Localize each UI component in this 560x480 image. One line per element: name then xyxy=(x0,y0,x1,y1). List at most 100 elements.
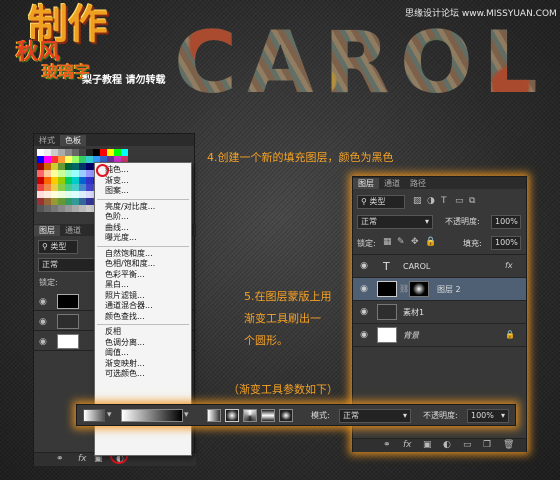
swatch[interactable] xyxy=(65,149,72,156)
menu-item[interactable]: 色相/饱和度... xyxy=(95,259,191,270)
opacity-input[interactable]: 100% xyxy=(491,215,521,229)
swatch[interactable] xyxy=(72,163,79,170)
lock-brush-icon[interactable]: ✎ xyxy=(397,236,405,248)
filter-type-select[interactable]: ⚲ 类型 xyxy=(38,240,78,254)
chevron-down-icon[interactable]: ▾ xyxy=(107,409,112,421)
lock-all-icon[interactable]: 🔒 xyxy=(425,236,436,248)
swatch[interactable] xyxy=(37,177,44,184)
swatch[interactable] xyxy=(86,198,93,205)
swatch[interactable] xyxy=(86,177,93,184)
link-icon[interactable]: ⚭ xyxy=(383,439,391,451)
swatch[interactable] xyxy=(86,170,93,177)
swatch[interactable] xyxy=(37,191,44,198)
swatch[interactable] xyxy=(79,191,86,198)
swatch[interactable] xyxy=(44,156,51,163)
gradient-preview[interactable] xyxy=(121,409,183,422)
trash-icon[interactable]: 🗑 xyxy=(503,439,514,451)
menu-item[interactable]: 曲线... xyxy=(95,223,191,234)
swatch[interactable] xyxy=(51,163,58,170)
menu-item[interactable]: 可选颜色... xyxy=(95,369,191,380)
swatch[interactable] xyxy=(65,198,72,205)
diamond-gradient-button[interactable] xyxy=(279,409,293,422)
swatch[interactable] xyxy=(65,156,72,163)
menu-item[interactable]: 阈值... xyxy=(95,348,191,359)
swatch[interactable] xyxy=(44,191,51,198)
linear-gradient-button[interactable] xyxy=(207,409,221,422)
fill-input[interactable]: 100% xyxy=(491,236,521,250)
swatch[interactable] xyxy=(58,198,65,205)
swatch[interactable] xyxy=(79,156,86,163)
opacity-input[interactable]: 100% ▾ xyxy=(467,409,509,423)
swatch[interactable] xyxy=(65,184,72,191)
eye-icon[interactable]: ◉ xyxy=(39,336,47,348)
swatch[interactable] xyxy=(58,163,65,170)
swatch[interactable] xyxy=(58,177,65,184)
swatch[interactable] xyxy=(72,198,79,205)
tab-channels[interactable]: 通道 xyxy=(379,178,405,189)
layer-row[interactable]: ◉ 素材1 xyxy=(353,301,526,324)
swatch[interactable] xyxy=(58,149,65,156)
swatch[interactable] xyxy=(44,184,51,191)
swatch[interactable] xyxy=(37,170,44,177)
swatch[interactable] xyxy=(37,156,44,163)
eye-icon[interactable]: ◉ xyxy=(358,261,370,271)
tab-channels[interactable]: 通道 xyxy=(60,225,86,236)
tab-layers[interactable]: 图层 xyxy=(353,178,379,189)
swatch[interactable] xyxy=(58,170,65,177)
menu-item[interactable]: 曝光度... xyxy=(95,233,191,244)
menu-item[interactable]: 渐变映射... xyxy=(95,359,191,370)
swatch[interactable] xyxy=(86,184,93,191)
eye-icon[interactable]: ◉ xyxy=(39,316,47,328)
menu-item[interactable]: 照片滤镜... xyxy=(95,291,191,302)
new-layer-icon[interactable]: ❐ xyxy=(483,439,491,451)
mask-icon[interactable]: ▣ xyxy=(423,439,432,451)
swatch[interactable] xyxy=(51,205,58,212)
menu-item[interactable]: 亮度/对比度... xyxy=(95,202,191,213)
swatch[interactable] xyxy=(100,149,107,156)
menu-item[interactable]: 色阶... xyxy=(95,212,191,223)
swatch[interactable] xyxy=(51,156,58,163)
swatch[interactable] xyxy=(51,191,58,198)
layer-name[interactable]: 背景 xyxy=(403,324,419,347)
swatch[interactable] xyxy=(51,177,58,184)
swatch[interactable] xyxy=(37,205,44,212)
layer-row[interactable]: ◉ T CAROL fx xyxy=(353,255,526,278)
filter-shape-icon[interactable]: ▭ xyxy=(455,195,464,207)
swatch[interactable] xyxy=(72,149,79,156)
angle-gradient-button[interactable] xyxy=(243,409,257,422)
tab-layers[interactable]: 图层 xyxy=(34,225,60,236)
fx-button[interactable]: fx xyxy=(78,453,87,465)
swatch[interactable] xyxy=(65,163,72,170)
swatch[interactable] xyxy=(93,149,100,156)
menu-item[interactable]: 渐变... xyxy=(95,176,191,187)
swatch[interactable] xyxy=(79,198,86,205)
swatch[interactable] xyxy=(51,149,58,156)
swatch[interactable] xyxy=(58,184,65,191)
swatch[interactable] xyxy=(58,205,65,212)
swatch[interactable] xyxy=(79,177,86,184)
swatch[interactable] xyxy=(72,177,79,184)
swatch[interactable] xyxy=(58,156,65,163)
mode-select[interactable]: 正常 ▾ xyxy=(339,409,411,423)
radial-gradient-button[interactable] xyxy=(225,409,239,422)
swatch[interactable] xyxy=(86,205,93,212)
adjustment-icon[interactable]: ◐ xyxy=(443,439,451,451)
menu-item[interactable]: 色调分离... xyxy=(95,338,191,349)
filter-image-icon[interactable]: ▨ xyxy=(413,195,422,207)
swatch[interactable] xyxy=(72,184,79,191)
filter-type-select[interactable]: ⚲ 类型 xyxy=(357,195,405,209)
swatch[interactable] xyxy=(79,163,86,170)
swatch[interactable] xyxy=(86,149,93,156)
swatch[interactable] xyxy=(51,184,58,191)
layer-row[interactable]: ◉ ⛓ 图层 2 xyxy=(353,278,526,301)
menu-item[interactable]: 图案... xyxy=(95,186,191,197)
menu-item[interactable]: 色彩平衡... xyxy=(95,270,191,281)
swatch[interactable] xyxy=(58,191,65,198)
link-icon[interactable]: ⚭ xyxy=(56,453,64,465)
lock-move-icon[interactable]: ✥ xyxy=(411,236,419,248)
layer-mask-thumbnail[interactable] xyxy=(409,281,429,297)
menu-item[interactable]: 纯色... xyxy=(95,165,191,176)
blend-mode-select[interactable]: 正常 xyxy=(38,258,96,272)
eye-icon[interactable]: ◉ xyxy=(358,284,370,294)
layer-name[interactable]: CAROL xyxy=(403,255,430,278)
